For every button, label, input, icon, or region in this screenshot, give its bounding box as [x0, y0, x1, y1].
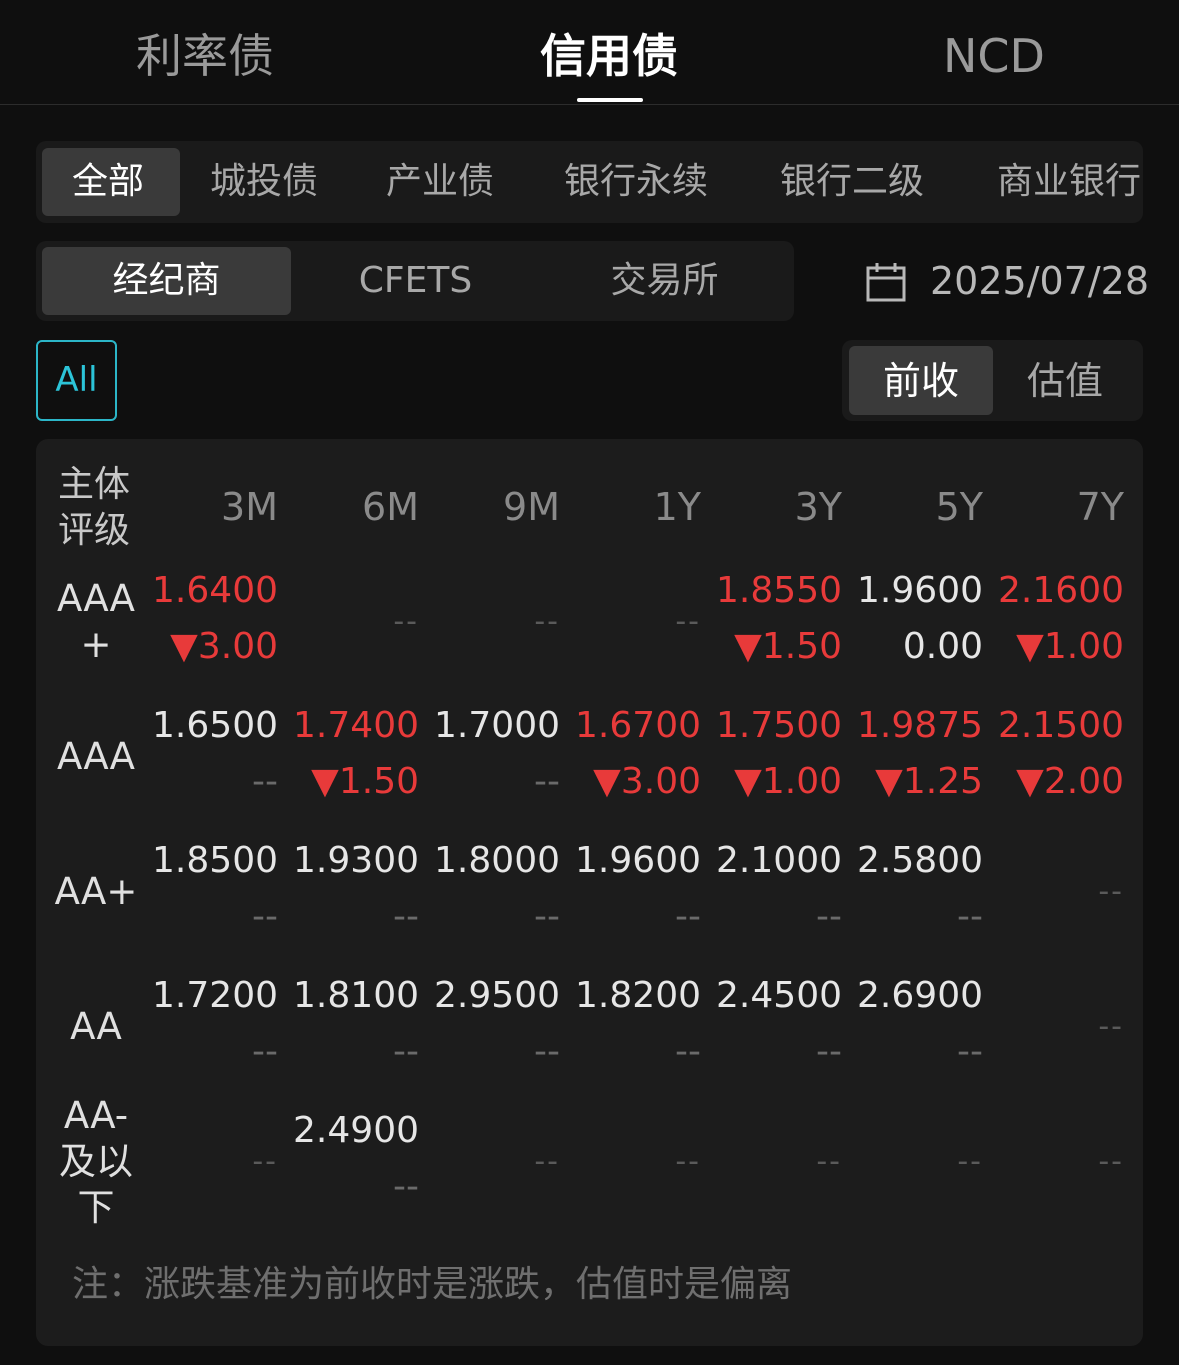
- category-all[interactable]: 全部: [72, 161, 144, 203]
- tab-ncd[interactable]: NCD: [943, 28, 1045, 84]
- table-cell-change: --: [675, 1031, 701, 1072]
- table-cell-change: --: [393, 896, 419, 937]
- table-cell-value[interactable]: 1.9600: [561, 840, 701, 882]
- source-exchange[interactable]: 交易所: [540, 260, 789, 302]
- table-cell-empty: --: [534, 1144, 560, 1179]
- mode-toggle: 前收 估值: [842, 340, 1143, 421]
- mode-valuation[interactable]: 估值: [993, 359, 1137, 403]
- table-cell-change: ▼1.25: [875, 761, 983, 802]
- table-cell-empty: --: [1098, 1144, 1124, 1179]
- rating-header: 主体 评级: [58, 462, 130, 554]
- source-selector: 经纪商 CFETS 交易所: [36, 241, 794, 321]
- table-cell-change: ▼1.00: [734, 761, 842, 802]
- table-cell-empty: --: [534, 604, 560, 639]
- table-cell-change: ▼2.00: [1016, 761, 1124, 802]
- table-cell-value[interactable]: 2.1000: [702, 840, 842, 882]
- table-cell-value[interactable]: 1.7500: [702, 705, 842, 747]
- table-cell-empty: --: [1098, 874, 1124, 909]
- source-cfets[interactable]: CFETS: [291, 260, 540, 302]
- column-header-6m: 6M: [362, 485, 419, 529]
- table-cell-value[interactable]: 1.7200: [138, 975, 278, 1017]
- table-cell-value[interactable]: 2.4900: [279, 1110, 419, 1152]
- tab-rate-bonds[interactable]: 利率债: [136, 28, 274, 84]
- table-cell-change: --: [252, 761, 278, 802]
- footnote: 注：涨跌基准为前收时是涨跌，估值时是偏离: [72, 1264, 793, 1305]
- table-cell-value[interactable]: 2.1500: [984, 705, 1124, 747]
- table-cell-value[interactable]: 2.5800: [843, 840, 983, 882]
- category-industrial[interactable]: 产业债: [386, 161, 494, 203]
- table-cell-value[interactable]: 1.6500: [138, 705, 278, 747]
- table-cell-change: ▼1.00: [1016, 626, 1124, 667]
- table-cell-empty: --: [393, 604, 419, 639]
- table-cell-change: --: [393, 1166, 419, 1207]
- calendar-icon[interactable]: [866, 262, 906, 302]
- table-cell-change: --: [393, 1031, 419, 1072]
- column-header-3y: 3Y: [794, 485, 842, 529]
- table-cell-value[interactable]: 1.9300: [279, 840, 419, 882]
- table-cell-value[interactable]: 1.7400: [279, 705, 419, 747]
- tab-credit-bonds[interactable]: 信用债: [540, 28, 678, 84]
- date-picker[interactable]: 2025/07/28: [930, 258, 1149, 304]
- table-cell-value[interactable]: 2.6900: [843, 975, 983, 1017]
- rating-header-line: 评级: [58, 510, 131, 551]
- table-cell-value[interactable]: 1.9875: [843, 705, 983, 747]
- table-cell-value[interactable]: 2.9500: [420, 975, 560, 1017]
- table-cell-change: --: [534, 761, 560, 802]
- column-header-7y: 7Y: [1076, 485, 1124, 529]
- category-bar: 全部 城投债 产业债 银行永续 银行二级 商业银行: [36, 141, 1143, 223]
- category-lgfv[interactable]: 城投债: [210, 161, 318, 203]
- table-cell-value[interactable]: 1.8200: [561, 975, 701, 1017]
- table-cell-change: ▼3.00: [593, 761, 701, 802]
- column-header-9m: 9M: [503, 485, 560, 529]
- mode-previous-close[interactable]: 前收: [849, 359, 993, 403]
- column-header-1y: 1Y: [653, 485, 701, 529]
- all-filter-button[interactable]: All: [36, 340, 117, 421]
- table-cell-change: ▼1.50: [734, 626, 842, 667]
- table-cell-change: --: [957, 896, 983, 937]
- table-cell-value[interactable]: 1.8100: [279, 975, 419, 1017]
- table-cell-change: ▼1.50: [311, 761, 419, 802]
- table-cell-value[interactable]: 1.6700: [561, 705, 701, 747]
- table-cell-empty: --: [252, 1144, 278, 1179]
- table-cell-empty: --: [675, 604, 701, 639]
- table-cell-change: --: [816, 1031, 842, 1072]
- table-cell-change: 0.00: [902, 626, 983, 667]
- table-cell-value[interactable]: 2.4500: [702, 975, 842, 1017]
- column-header-3m: 3M: [221, 485, 278, 529]
- table-cell-empty: --: [816, 1144, 842, 1179]
- category-bank-perpetual[interactable]: 银行永续: [564, 161, 708, 203]
- table-cell-change: --: [534, 1031, 560, 1072]
- table-cell-change: --: [957, 1031, 983, 1072]
- table-cell-change: --: [816, 896, 842, 937]
- table-cell-value[interactable]: 1.8000: [420, 840, 560, 882]
- table-cell-empty: --: [1098, 1009, 1124, 1044]
- table-cell-value[interactable]: 1.8500: [138, 840, 278, 882]
- category-commercial-bank[interactable]: 商业银行: [997, 161, 1141, 203]
- table-cell-change: --: [534, 896, 560, 937]
- source-broker[interactable]: 经纪商: [42, 260, 291, 302]
- table-cell-value[interactable]: 1.8550: [702, 570, 842, 612]
- table-cell-value[interactable]: 2.1600: [984, 570, 1124, 612]
- active-tab-indicator: [577, 98, 643, 102]
- table-cell-empty: --: [957, 1144, 983, 1179]
- table-cell-change: --: [252, 1031, 278, 1072]
- table-cell-value[interactable]: 1.6400: [138, 570, 278, 612]
- table-cell-value[interactable]: 1.9600: [843, 570, 983, 612]
- category-bank-tier2[interactable]: 银行二级: [780, 161, 924, 203]
- column-header-5y: 5Y: [935, 485, 983, 529]
- table-cell-value[interactable]: 1.7000: [420, 705, 560, 747]
- table-cell-change: ▼3.00: [170, 626, 278, 667]
- rating-header-line: 主体: [58, 464, 131, 505]
- table-cell-empty: --: [675, 1144, 701, 1179]
- table-cell-change: --: [252, 896, 278, 937]
- divider: [0, 104, 1179, 105]
- table-cell-change: --: [675, 896, 701, 937]
